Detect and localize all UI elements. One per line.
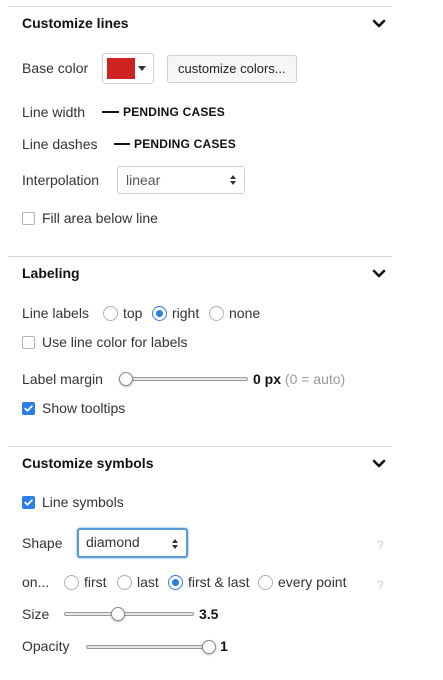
help-icon[interactable]: ? xyxy=(377,578,384,592)
on-option-first: first xyxy=(84,574,107,590)
show-tooltips-label: Show tooltips xyxy=(42,400,126,416)
show-tooltips-checkbox[interactable] xyxy=(22,402,35,415)
label-margin-slider-track[interactable] xyxy=(122,377,248,381)
line-labels-option-none: none xyxy=(229,305,261,321)
section-divider xyxy=(8,446,392,447)
line-symbols-label: Line symbols xyxy=(42,494,124,510)
opacity-value: 1 xyxy=(220,638,228,654)
fill-area-label: Fill area below line xyxy=(42,210,158,226)
line-width-label: Line width xyxy=(22,104,86,120)
label-margin-slider-thumb[interactable] xyxy=(119,372,133,386)
size-slider-thumb[interactable] xyxy=(111,607,126,621)
size-label: Size xyxy=(22,606,50,622)
on-radio-first-and-last[interactable] xyxy=(168,575,183,590)
line-width-sample-line[interactable] xyxy=(102,111,119,113)
line-width-sample-text[interactable]: PENDING CASES xyxy=(123,105,225,119)
opacity-label: Opacity xyxy=(22,638,70,654)
help-icon[interactable]: ? xyxy=(377,538,384,552)
on-option-last: last xyxy=(137,574,159,590)
section-title-labeling: Labeling xyxy=(22,265,80,281)
line-labels-radio-right[interactable] xyxy=(152,306,167,321)
check-icon xyxy=(24,405,33,412)
on-option-first-and-last: first & last xyxy=(188,574,250,590)
color-swatch xyxy=(107,58,135,79)
line-labels-option-top: top xyxy=(123,305,143,321)
line-labels-radio-none[interactable] xyxy=(209,306,224,321)
section-title-customize-symbols: Customize symbols xyxy=(22,455,154,471)
line-labels-label: Line labels xyxy=(22,305,89,321)
on-label: on... xyxy=(22,574,50,590)
line-labels-option-right: right xyxy=(172,305,200,321)
updown-arrows-icon xyxy=(230,175,236,185)
chevron-down-icon[interactable] xyxy=(372,267,386,281)
line-labels-radio-top[interactable] xyxy=(103,306,118,321)
base-color-picker[interactable] xyxy=(102,53,154,84)
label-margin-hint: (0 = auto) xyxy=(284,371,346,387)
label-margin-readout: 0 px (0 = auto) xyxy=(253,371,345,387)
size-slider-track[interactable] xyxy=(64,612,194,616)
on-radio-every-point[interactable] xyxy=(258,575,273,590)
chevron-down-icon[interactable] xyxy=(372,17,386,31)
line-dashes-label: Line dashes xyxy=(22,136,98,152)
caret-down-icon xyxy=(138,66,146,71)
check-icon xyxy=(24,499,33,506)
customize-colors-button[interactable]: customize colors... xyxy=(167,55,297,83)
opacity-slider-track[interactable] xyxy=(86,645,215,649)
interpolation-select-value: linear xyxy=(126,172,161,188)
label-margin-value: 0 px xyxy=(253,371,282,387)
on-option-every-point: every point xyxy=(278,574,347,590)
use-line-color-label: Use line color for labels xyxy=(42,334,188,350)
line-dashes-sample-line[interactable] xyxy=(114,143,130,145)
interpolation-label: Interpolation xyxy=(22,172,100,188)
shape-select[interactable]: diamond xyxy=(77,528,188,558)
opacity-slider-thumb[interactable] xyxy=(202,640,216,654)
shape-label: Shape xyxy=(22,535,63,551)
label-margin-label: Label margin xyxy=(22,371,103,387)
section-divider xyxy=(8,256,392,257)
interpolation-select[interactable]: linear xyxy=(117,166,245,194)
fill-area-checkbox[interactable] xyxy=(22,212,35,225)
on-radio-last[interactable] xyxy=(117,575,132,590)
updown-arrows-icon xyxy=(172,539,178,549)
line-dashes-sample-text[interactable]: PENDING CASES xyxy=(134,137,236,151)
base-color-label: Base color xyxy=(22,60,89,76)
use-line-color-checkbox[interactable] xyxy=(22,336,35,349)
size-value: 3.5 xyxy=(199,606,219,622)
section-title-customize-lines: Customize lines xyxy=(22,15,129,31)
on-radio-first[interactable] xyxy=(64,575,79,590)
chevron-down-icon[interactable] xyxy=(372,457,386,471)
line-symbols-checkbox[interactable] xyxy=(22,496,35,509)
top-divider xyxy=(8,6,392,7)
shape-select-value: diamond xyxy=(86,534,140,550)
